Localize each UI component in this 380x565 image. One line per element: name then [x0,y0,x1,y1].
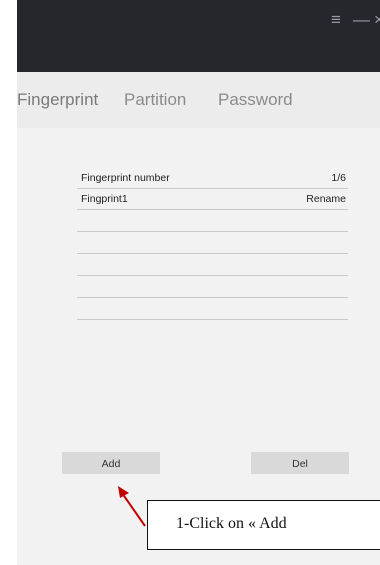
tab-bar: Fingerprint Partition Password [17,72,380,128]
list-header: Fingerprint number 1/6 [77,168,348,189]
empty-slot [77,210,348,232]
annotation-callout: 1-Click on « Add [147,500,380,550]
menu-icon[interactable]: ≡ [331,10,341,30]
fingerprint-list: Fingerprint number 1/6 Fingprint1 Rename [77,168,348,320]
empty-slot [77,298,348,320]
app-window: ≡ — × Fingerprint Partition Password Fin… [17,0,380,565]
rename-link[interactable]: Rename [306,193,346,205]
tab-password[interactable]: Password [218,90,293,110]
annotation-text: 1-Click on « Add [176,515,287,532]
minimize-icon[interactable]: — [353,10,370,30]
list-item[interactable]: Fingprint1 Rename [77,189,348,210]
fingerprint-number-label: Fingerprint number [81,172,170,184]
tab-partition[interactable]: Partition [124,90,186,110]
annotation-arrow-icon [118,486,146,527]
title-bar: ≡ — × [17,0,380,72]
empty-slot [77,232,348,254]
tab-fingerprint[interactable]: Fingerprint [17,90,98,110]
add-button[interactable]: Add [62,452,160,474]
empty-slot [77,254,348,276]
empty-slot [77,276,348,298]
close-icon[interactable]: × [374,10,380,30]
fingerprint-count: 1/6 [331,172,346,184]
delete-button[interactable]: Del [251,452,349,474]
fingerprint-name: Fingprint1 [81,193,128,205]
